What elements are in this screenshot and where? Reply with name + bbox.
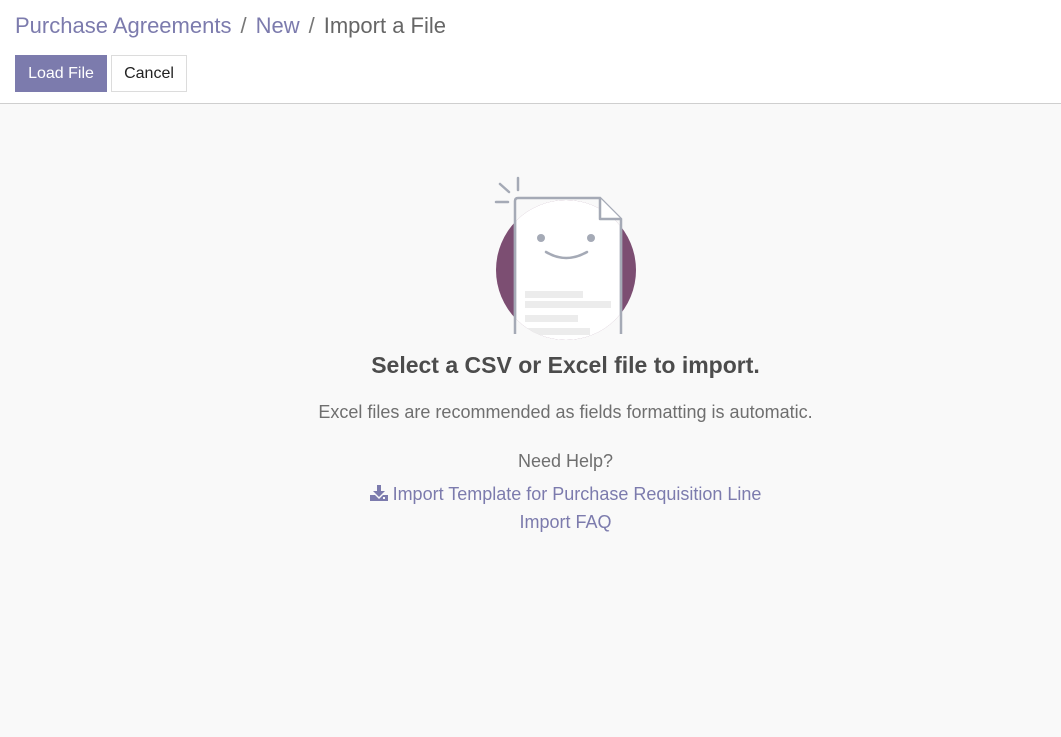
import-faq-link-label[interactable]: Import FAQ bbox=[519, 512, 611, 532]
breadcrumb-purchase-agreements[interactable]: Purchase Agreements bbox=[15, 13, 231, 38]
import-title: Select a CSV or Excel file to import. bbox=[371, 352, 760, 378]
breadcrumb-separator: / bbox=[308, 13, 315, 38]
download-icon bbox=[369, 485, 388, 501]
smiling-document-illustration bbox=[494, 176, 636, 340]
import-subtitle: Excel files are recommended as fields fo… bbox=[318, 402, 813, 422]
control-panel: Purchase Agreements / New / Import a File Lo… bbox=[0, 0, 1061, 104]
need-help-heading: Need Help? bbox=[517, 451, 614, 471]
load-file-button[interactable]: Load File bbox=[15, 55, 107, 92]
breadcrumb-new[interactable]: New bbox=[256, 13, 300, 38]
import-placeholder: Select a CSV or Excel file to import. Ex… bbox=[0, 104, 1061, 737]
breadcrumb-separator: / bbox=[240, 13, 247, 38]
breadcrumb: Purchase Agreements / New / Import a File bbox=[15, 12, 446, 40]
import-template-link[interactable]: Import Template for Purchase Requisition… bbox=[0, 484, 1061, 505]
cancel-button[interactable]: Cancel bbox=[111, 55, 187, 92]
breadcrumb-current: Import a File bbox=[323, 13, 446, 38]
import-faq-link[interactable]: Import FAQ bbox=[0, 512, 1061, 533]
import-template-link-label[interactable]: Import Template for Purchase Requisition… bbox=[393, 484, 762, 504]
